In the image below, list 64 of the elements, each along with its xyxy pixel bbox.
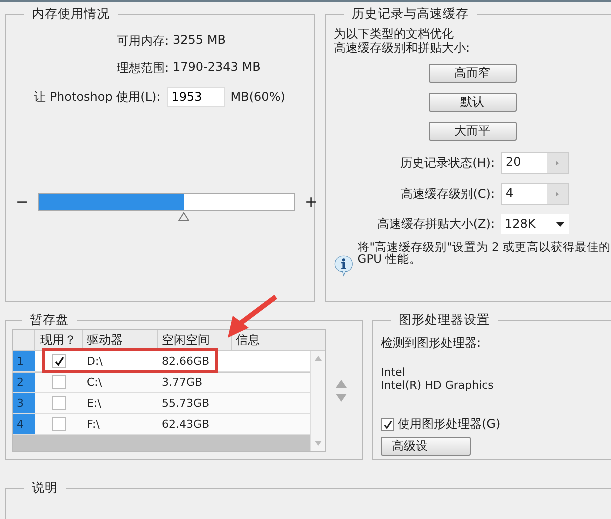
minus-label: − bbox=[16, 193, 28, 211]
label: 可用内存: bbox=[116, 33, 169, 50]
row-number: 1 bbox=[13, 351, 35, 371]
preset-button[interactable]: 大而平 bbox=[428, 122, 516, 141]
input-field[interactable]: 20 bbox=[501, 152, 569, 174]
table-cell-text: F:\ bbox=[86, 418, 101, 430]
column-header[interactable]: 信息 bbox=[232, 330, 325, 350]
label: 检测到图形处理器: bbox=[381, 335, 482, 352]
caret-icon bbox=[556, 222, 565, 226]
arrow-icon bbox=[555, 190, 560, 198]
move-down-icon[interactable] bbox=[336, 394, 347, 402]
checkbox[interactable] bbox=[52, 396, 66, 410]
column-header[interactable]: 驱动器 bbox=[83, 330, 158, 350]
slider[interactable] bbox=[38, 193, 295, 223]
table-cell-text: 82.66GB bbox=[161, 354, 211, 368]
checkbox[interactable] bbox=[381, 418, 394, 431]
move-up-icon[interactable] bbox=[336, 380, 347, 388]
table-cell-text: 55.73GB bbox=[161, 396, 211, 410]
field-label: 高速缓存拼贴大小(Z): bbox=[377, 216, 495, 232]
label: 理想范围: bbox=[116, 60, 169, 77]
field-label: 高速缓存级别(C): bbox=[401, 186, 495, 202]
scroll-up-icon[interactable] bbox=[314, 356, 322, 361]
table-cell-text: C:\ bbox=[86, 376, 104, 388]
scroll-down-icon[interactable] bbox=[314, 441, 322, 446]
panel-title: 历史记录与高速缓存 bbox=[351, 6, 470, 23]
table-row[interactable]: 2 C:\ 3.77GB bbox=[13, 372, 310, 393]
checkbox-label: 使用图形处理器(G) bbox=[398, 416, 501, 433]
advanced-button[interactable]: 高级设 bbox=[381, 437, 471, 456]
info-text: 将"高速缓存级别"设置为 2 或更高以获得最佳的 bbox=[358, 241, 611, 253]
row-number: 3 bbox=[13, 393, 35, 413]
input-field[interactable]: 1953 bbox=[166, 87, 225, 107]
plus-label: + bbox=[305, 193, 317, 211]
table-cell-text: 3.77GB bbox=[161, 376, 204, 388]
gpu-model: Intel(R) HD Graphics bbox=[381, 379, 495, 392]
table-row[interactable]: 1 D:\ 82.66GB bbox=[13, 351, 310, 372]
panel-title: 暂存盘 bbox=[29, 312, 70, 329]
table-row[interactable]: 4 F:\ 62.43GB bbox=[13, 414, 310, 435]
panel-title: 说明 bbox=[31, 480, 59, 497]
input-field[interactable]: 4 bbox=[501, 183, 569, 205]
gpu-vendor: Intel bbox=[381, 366, 406, 379]
row-number: 4 bbox=[13, 414, 35, 434]
dropdown[interactable]: 128K bbox=[501, 214, 569, 234]
value: 1790-2343 MB bbox=[173, 60, 261, 76]
panel-title: 内存使用情况 bbox=[31, 6, 111, 23]
info-text: GPU 性能。 bbox=[358, 253, 422, 265]
intro-text: 为以下类型的文档优化 bbox=[334, 27, 455, 41]
table-row[interactable]: 3 E:\ 55.73GB bbox=[13, 393, 310, 414]
field-label: 历史记录状态(H): bbox=[400, 154, 495, 172]
intro-text: 高速缓存级别和拼贴大小: bbox=[334, 41, 472, 55]
table-cell-text: D:\ bbox=[86, 354, 104, 368]
checkbox[interactable] bbox=[52, 354, 66, 368]
value: 3255 MB bbox=[173, 33, 226, 49]
table-cell-text: E:\ bbox=[86, 396, 102, 410]
table-cell-text: 62.43GB bbox=[161, 418, 211, 430]
panel-title: 图形处理器设置 bbox=[398, 312, 491, 329]
scrollbar[interactable] bbox=[310, 351, 325, 451]
checkbox[interactable] bbox=[52, 375, 66, 389]
preset-button[interactable]: 高而窄 bbox=[428, 64, 516, 83]
unit-label: MB(60%) bbox=[230, 90, 286, 104]
arrow-icon bbox=[555, 160, 560, 166]
checkbox[interactable] bbox=[52, 417, 66, 431]
row-number: 2 bbox=[13, 372, 35, 392]
label: 让 Photoshop 使用(L): bbox=[34, 88, 161, 106]
preset-button[interactable]: 默认 bbox=[428, 93, 516, 112]
